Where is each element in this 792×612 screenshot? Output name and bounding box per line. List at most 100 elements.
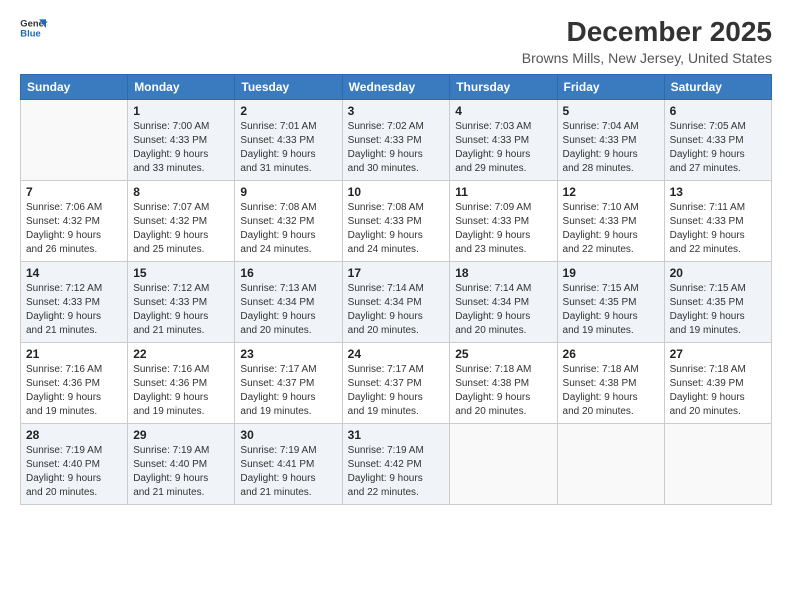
- table-row: 10 Sunrise: 7:08 AMSunset: 4:33 PMDayligh…: [342, 181, 450, 262]
- header-thursday: Thursday: [450, 75, 557, 100]
- day-number: 4: [455, 104, 551, 118]
- day-info: Sunrise: 7:09 AMSunset: 4:33 PMDaylight:…: [455, 201, 551, 257]
- day-info: Sunrise: 7:11 AMSunset: 4:33 PMDaylight:…: [670, 201, 766, 257]
- day-info: Sunrise: 7:08 AMSunset: 4:33 PMDaylight:…: [348, 201, 445, 257]
- svg-text:Blue: Blue: [20, 28, 40, 39]
- table-row: 16Sunrise: 7:13 AMSunset: 4:34 PMDayligh…: [235, 262, 342, 343]
- table-row: 2 Sunrise: 7:01 AMSunset: 4:33 PMDaylight…: [235, 100, 342, 181]
- table-row: 22 Sunrise: 7:16 AMSunset: 4:36 PMDayligh…: [128, 343, 235, 424]
- day-info: Sunrise: 7:19 AMSunset: 4:41 PMDaylight:…: [240, 444, 336, 500]
- day-info: Sunrise: 7:14 AMSunset: 4:34 PMDaylight:…: [455, 282, 551, 338]
- day-number: 7: [26, 185, 122, 199]
- day-number: 16: [240, 266, 336, 280]
- day-number: 18: [455, 266, 551, 280]
- header-wednesday: Wednesday: [342, 75, 450, 100]
- table-row: [21, 100, 128, 181]
- day-number: 13: [670, 185, 766, 199]
- table-row: 1Sunrise: 7:00 AMSunset: 4:33 PMDaylight…: [128, 100, 235, 181]
- calendar-week-4: 21 Sunrise: 7:16 AMSunset: 4:36 PMDayligh…: [21, 343, 772, 424]
- table-row: 21 Sunrise: 7:16 AMSunset: 4:36 PMDayligh…: [21, 343, 128, 424]
- day-number: 19: [563, 266, 659, 280]
- day-info: Sunrise: 7:01 AMSunset: 4:33 PMDaylight:…: [240, 120, 336, 176]
- table-row: 31 Sunrise: 7:19 AMSunset: 4:42 PMDayligh…: [342, 424, 450, 505]
- table-row: 24 Sunrise: 7:17 AMSunset: 4:37 PMDayligh…: [342, 343, 450, 424]
- day-number: 21: [26, 347, 122, 361]
- calendar-week-1: 1Sunrise: 7:00 AMSunset: 4:33 PMDaylight…: [21, 100, 772, 181]
- table-row: 7Sunrise: 7:06 AMSunset: 4:32 PMDaylight…: [21, 181, 128, 262]
- table-row: [557, 424, 664, 505]
- table-row: 28 Sunrise: 7:19 AMSunset: 4:40 PMDayligh…: [21, 424, 128, 505]
- day-number: 28: [26, 428, 122, 442]
- table-row: 15 Sunrise: 7:12 AMSunset: 4:33 PMDayligh…: [128, 262, 235, 343]
- day-info: Sunrise: 7:16 AMSunset: 4:36 PMDaylight:…: [133, 363, 229, 419]
- logo-icon: General Blue: [20, 16, 48, 40]
- day-info: Sunrise: 7:15 AMSunset: 4:35 PMDaylight:…: [563, 282, 659, 338]
- day-number: 12: [563, 185, 659, 199]
- table-row: 9 Sunrise: 7:08 AMSunset: 4:32 PMDaylight…: [235, 181, 342, 262]
- day-number: 14: [26, 266, 122, 280]
- header-friday: Friday: [557, 75, 664, 100]
- day-number: 31: [348, 428, 445, 442]
- day-info: Sunrise: 7:12 AMSunset: 4:33 PMDaylight:…: [133, 282, 229, 338]
- day-number: 8: [133, 185, 229, 199]
- header-tuesday: Tuesday: [235, 75, 342, 100]
- header-sunday: Sunday: [21, 75, 128, 100]
- day-info: Sunrise: 7:07 AMSunset: 4:32 PMDaylight:…: [133, 201, 229, 257]
- day-info: Sunrise: 7:14 AMSunset: 4:34 PMDaylight:…: [348, 282, 445, 338]
- table-row: 19 Sunrise: 7:15 AMSunset: 4:35 PMDayligh…: [557, 262, 664, 343]
- table-row: 23Sunrise: 7:17 AMSunset: 4:37 PMDayligh…: [235, 343, 342, 424]
- day-number: 25: [455, 347, 551, 361]
- day-number: 23: [240, 347, 336, 361]
- day-number: 24: [348, 347, 445, 361]
- table-row: 25Sunrise: 7:18 AMSunset: 4:38 PMDayligh…: [450, 343, 557, 424]
- table-row: 8 Sunrise: 7:07 AMSunset: 4:32 PMDaylight…: [128, 181, 235, 262]
- main-title: December 2025: [522, 16, 772, 48]
- day-number: 11: [455, 185, 551, 199]
- calendar-header-row: Sunday Monday Tuesday Wednesday Thursday…: [21, 75, 772, 100]
- day-info: Sunrise: 7:16 AMSunset: 4:36 PMDaylight:…: [26, 363, 122, 419]
- day-info: Sunrise: 7:02 AMSunset: 4:33 PMDaylight:…: [348, 120, 445, 176]
- day-info: Sunrise: 7:03 AMSunset: 4:33 PMDaylight:…: [455, 120, 551, 176]
- table-row: 5Sunrise: 7:04 AMSunset: 4:33 PMDaylight…: [557, 100, 664, 181]
- calendar-week-2: 7Sunrise: 7:06 AMSunset: 4:32 PMDaylight…: [21, 181, 772, 262]
- day-number: 17: [348, 266, 445, 280]
- header-saturday: Saturday: [664, 75, 771, 100]
- calendar-week-3: 14 Sunrise: 7:12 AMSunset: 4:33 PMDayligh…: [21, 262, 772, 343]
- day-number: 27: [670, 347, 766, 361]
- table-row: 13 Sunrise: 7:11 AMSunset: 4:33 PMDayligh…: [664, 181, 771, 262]
- day-info: Sunrise: 7:00 AMSunset: 4:33 PMDaylight:…: [133, 120, 229, 176]
- table-row: 27 Sunrise: 7:18 AMSunset: 4:39 PMDayligh…: [664, 343, 771, 424]
- day-info: Sunrise: 7:05 AMSunset: 4:33 PMDaylight:…: [670, 120, 766, 176]
- day-number: 2: [240, 104, 336, 118]
- table-row: [664, 424, 771, 505]
- page-header: General Blue December 2025 Browns Mills,…: [20, 16, 772, 66]
- calendar-week-5: 28 Sunrise: 7:19 AMSunset: 4:40 PMDayligh…: [21, 424, 772, 505]
- day-number: 26: [563, 347, 659, 361]
- table-row: 20Sunrise: 7:15 AMSunset: 4:35 PMDayligh…: [664, 262, 771, 343]
- table-row: 26Sunrise: 7:18 AMSunset: 4:38 PMDayligh…: [557, 343, 664, 424]
- subtitle: Browns Mills, New Jersey, United States: [522, 50, 772, 66]
- day-number: 22: [133, 347, 229, 361]
- day-info: Sunrise: 7:19 AMSunset: 4:42 PMDaylight:…: [348, 444, 445, 500]
- logo: General Blue: [20, 16, 48, 40]
- table-row: 3 Sunrise: 7:02 AMSunset: 4:33 PMDaylight…: [342, 100, 450, 181]
- day-info: Sunrise: 7:19 AMSunset: 4:40 PMDaylight:…: [26, 444, 122, 500]
- day-info: Sunrise: 7:04 AMSunset: 4:33 PMDaylight:…: [563, 120, 659, 176]
- table-row: 6Sunrise: 7:05 AMSunset: 4:33 PMDaylight…: [664, 100, 771, 181]
- table-row: 17 Sunrise: 7:14 AMSunset: 4:34 PMDayligh…: [342, 262, 450, 343]
- day-info: Sunrise: 7:08 AMSunset: 4:32 PMDaylight:…: [240, 201, 336, 257]
- table-row: 29Sunrise: 7:19 AMSunset: 4:40 PMDayligh…: [128, 424, 235, 505]
- day-info: Sunrise: 7:18 AMSunset: 4:39 PMDaylight:…: [670, 363, 766, 419]
- table-row: 4 Sunrise: 7:03 AMSunset: 4:33 PMDaylight…: [450, 100, 557, 181]
- table-row: 12 Sunrise: 7:10 AMSunset: 4:33 PMDayligh…: [557, 181, 664, 262]
- day-number: 9: [240, 185, 336, 199]
- day-number: 10: [348, 185, 445, 199]
- day-number: 3: [348, 104, 445, 118]
- table-row: 14Sunrise: 7:12 AMSunset: 4:33 PMDayligh…: [21, 262, 128, 343]
- table-row: 30Sunrise: 7:19 AMSunset: 4:41 PMDayligh…: [235, 424, 342, 505]
- day-number: 15: [133, 266, 229, 280]
- day-info: Sunrise: 7:10 AMSunset: 4:33 PMDaylight:…: [563, 201, 659, 257]
- day-info: Sunrise: 7:15 AMSunset: 4:35 PMDaylight:…: [670, 282, 766, 338]
- calendar-table: Sunday Monday Tuesday Wednesday Thursday…: [20, 74, 772, 505]
- day-info: Sunrise: 7:17 AMSunset: 4:37 PMDaylight:…: [348, 363, 445, 419]
